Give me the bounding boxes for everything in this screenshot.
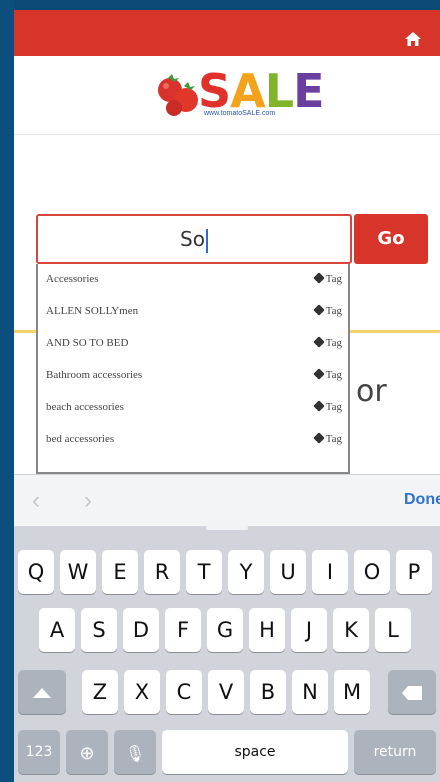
suggestion-tag: Tag: [312, 272, 342, 285]
suggestion-item[interactable]: beach accessories Tag: [38, 392, 348, 424]
key-w[interactable]: W: [60, 550, 96, 594]
key-r[interactable]: R: [144, 550, 180, 594]
shift-icon: [33, 688, 51, 698]
suggestion-tag: Tag: [312, 336, 342, 349]
key-x[interactable]: X: [124, 670, 160, 714]
search-field-text[interactable]: So: [38, 216, 350, 262]
status-bar: [14, 0, 440, 10]
shift-key[interactable]: [18, 670, 66, 714]
key-t[interactable]: T: [186, 550, 222, 594]
suggestion-item[interactable]: ALLEN SOLLYmen Tag: [38, 296, 348, 328]
key-o[interactable]: O: [354, 550, 390, 594]
logo-wordmark: SALE: [198, 64, 325, 118]
key-g[interactable]: G: [207, 608, 243, 652]
key-f[interactable]: F: [165, 608, 201, 652]
logo-letter: S: [198, 64, 231, 118]
logo-url: www.tomatoSALE.com: [204, 110, 276, 117]
suggestion-label: AND SO TO BED: [46, 337, 129, 349]
tag-icon: [312, 432, 325, 444]
suggestion-tag: Tag: [312, 304, 342, 317]
delete-key[interactable]: [388, 670, 436, 714]
key-e[interactable]: E: [102, 550, 138, 594]
globe-icon: ⊕: [79, 743, 95, 764]
key-m[interactable]: M: [334, 670, 370, 714]
suggestion-item[interactable]: Bathroom accessories Tag: [38, 360, 348, 392]
key-h[interactable]: H: [249, 608, 285, 652]
suggestion-tag: Tag: [312, 432, 342, 445]
tag-label: Tag: [325, 433, 342, 445]
tomato-icon: [158, 74, 198, 116]
chevron-left-icon[interactable]: ‹: [32, 487, 40, 515]
tag-icon: [312, 336, 325, 348]
suggestion-item[interactable]: AND SO TO BED Tag: [38, 328, 348, 360]
key-d[interactable]: D: [123, 608, 159, 652]
done-button[interactable]: Done: [404, 491, 440, 509]
tag-label: Tag: [325, 401, 342, 413]
autocomplete-dropdown: Accessories Tag ALLEN SOLLYmen Tag AND SO TO…: [36, 264, 350, 474]
suggestion-item[interactable]: bed accessories Tag: [38, 424, 348, 456]
suggestion-tag: Tag: [312, 368, 342, 381]
tag-label: Tag: [325, 273, 342, 285]
keyboard-accessory-bar: ‹ › Done: [14, 474, 440, 527]
chevron-right-icon[interactable]: ›: [84, 487, 92, 515]
keyboard-grip: [206, 526, 248, 530]
header-bar: [14, 10, 440, 56]
tag-icon: [312, 368, 325, 380]
suggestion-label: ALLEN SOLLYmen: [46, 305, 139, 317]
search-input[interactable]: So: [36, 214, 352, 264]
go-button[interactable]: Go: [354, 214, 428, 264]
key-c[interactable]: C: [166, 670, 202, 714]
tag-label: Tag: [325, 369, 342, 381]
delete-icon: [402, 686, 422, 700]
key-u[interactable]: U: [270, 550, 306, 594]
onscreen-keyboard: Q W E R T Y U I O P A S D F G H J K L Z X C V B N M 123 ⊕ 🎙 space retu…: [14, 526, 440, 782]
header-divider: [14, 134, 440, 135]
tag-icon: [312, 272, 325, 284]
space-key[interactable]: space: [162, 730, 348, 774]
key-l[interactable]: L: [375, 608, 411, 652]
key-i[interactable]: I: [312, 550, 348, 594]
background-heading: or: [356, 374, 387, 409]
logo-letter: A: [230, 64, 266, 118]
key-b[interactable]: B: [250, 670, 286, 714]
logo-letter: L: [264, 64, 294, 118]
key-s[interactable]: S: [81, 608, 117, 652]
suggestion-label: beach accessories: [46, 401, 124, 413]
suggestion-tag: Tag: [312, 400, 342, 413]
key-j[interactable]: J: [291, 608, 327, 652]
return-key[interactable]: return: [354, 730, 436, 774]
globe-key[interactable]: ⊕: [66, 730, 108, 774]
key-n[interactable]: N: [292, 670, 328, 714]
key-v[interactable]: V: [208, 670, 244, 714]
microphone-icon: 🎙: [124, 744, 146, 763]
phone-screen: SALE www.tomatoSALE.com or So Go Accesso…: [14, 0, 440, 782]
device-frame: [0, 0, 14, 782]
key-p[interactable]: P: [396, 550, 432, 594]
tag-label: Tag: [325, 337, 342, 349]
logo-letter: E: [293, 64, 324, 118]
tag-label: Tag: [325, 305, 342, 317]
numbers-key[interactable]: 123: [18, 730, 60, 774]
text-cursor: [205, 228, 208, 253]
site-logo[interactable]: SALE www.tomatoSALE.com: [154, 64, 325, 122]
key-a[interactable]: A: [39, 608, 75, 652]
key-z[interactable]: Z: [82, 670, 118, 714]
home-icon[interactable]: [404, 30, 422, 48]
suggestion-item[interactable]: Accessories Tag: [38, 264, 348, 296]
tag-icon: [312, 400, 325, 412]
tag-icon: [312, 304, 325, 316]
microphone-key[interactable]: 🎙: [114, 730, 156, 774]
suggestion-label: Accessories: [46, 273, 99, 285]
suggestion-label: bed accessories: [46, 433, 115, 445]
search-value: So: [180, 227, 205, 251]
key-q[interactable]: Q: [18, 550, 54, 594]
suggestion-label: Bathroom accessories: [46, 369, 143, 381]
key-k[interactable]: K: [333, 608, 369, 652]
key-y[interactable]: Y: [228, 550, 264, 594]
